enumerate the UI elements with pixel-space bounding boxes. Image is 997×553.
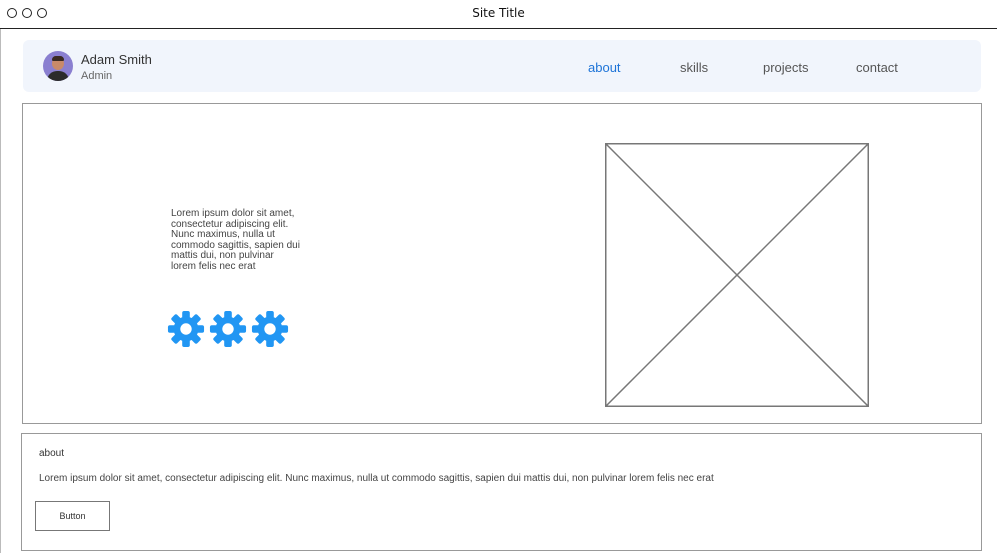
user-role: Admin — [81, 70, 113, 82]
navbar: Adam Smith Admin about skills projects c… — [23, 40, 981, 92]
avatar[interactable] — [43, 51, 73, 81]
about-heading: about — [39, 448, 65, 459]
image-placeholder — [605, 143, 869, 407]
nav-projects[interactable]: projects — [763, 60, 809, 75]
hero-section: Lorem ipsum dolor sit amet, consectetur … — [22, 103, 982, 424]
frame-border — [0, 29, 1, 553]
gear-icon — [251, 310, 289, 348]
about-text: Lorem ipsum dolor sit amet, consectetur … — [39, 473, 714, 484]
nav-contact[interactable]: contact — [856, 60, 898, 75]
window-titlebar: Site Title — [0, 0, 997, 29]
about-button[interactable]: Button — [35, 501, 110, 531]
hero-text: Lorem ipsum dolor sit amet, consectetur … — [171, 208, 300, 272]
user-name: Adam Smith — [81, 52, 152, 67]
gear-icon — [167, 310, 205, 348]
gear-icon — [209, 310, 247, 348]
nav-skills[interactable]: skills — [680, 60, 708, 75]
nav-about[interactable]: about — [588, 60, 621, 75]
about-section: about Lorem ipsum dolor sit amet, consec… — [21, 433, 982, 551]
window-title: Site Title — [472, 6, 525, 20]
